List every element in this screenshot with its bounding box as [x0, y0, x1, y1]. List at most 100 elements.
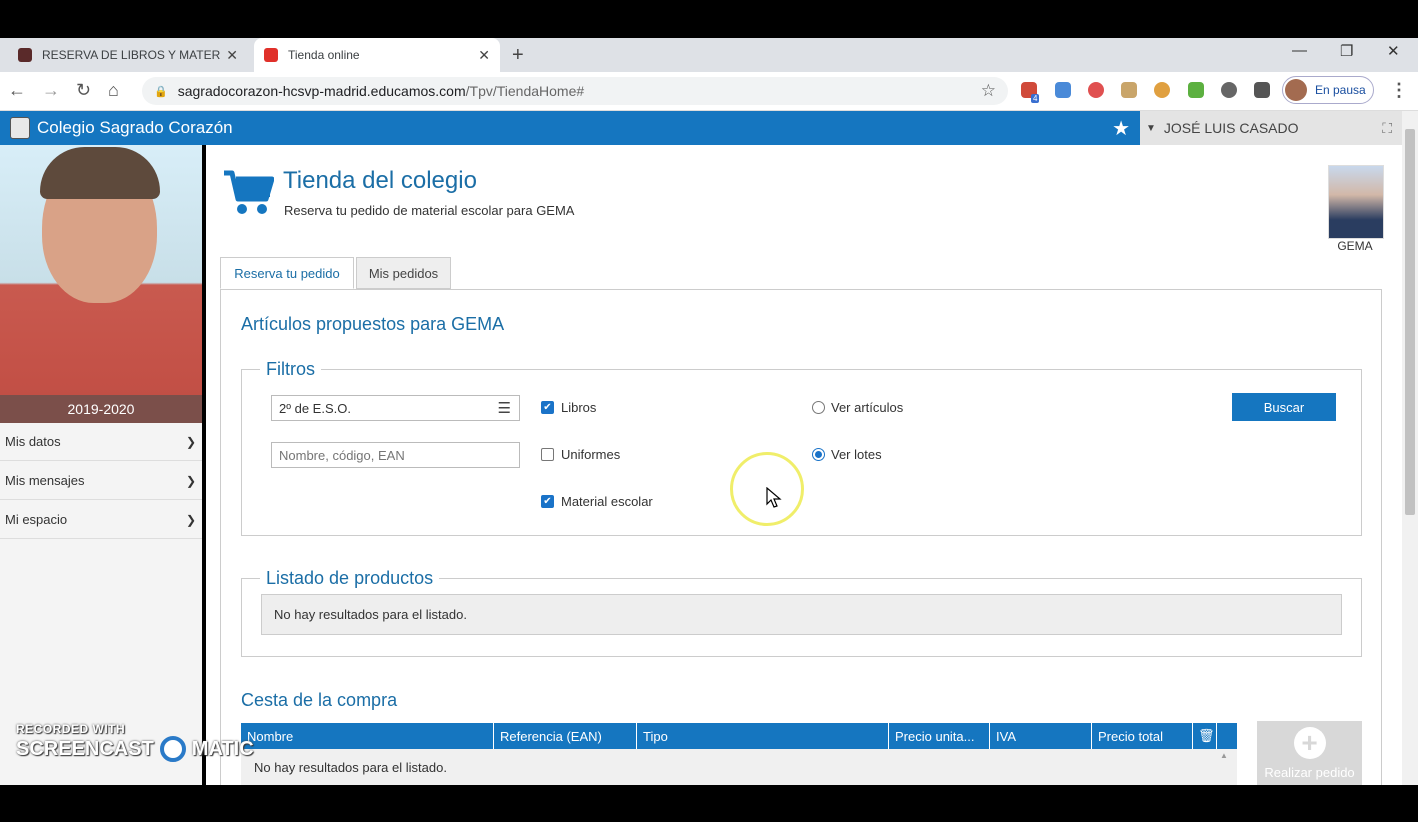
puzzle-icon[interactable]: [1254, 82, 1270, 98]
play-icon: [264, 48, 278, 62]
column-precio-total[interactable]: Precio total: [1092, 723, 1193, 749]
scrollbar-thumb[interactable]: [1405, 129, 1415, 515]
page-title: Tienda del colegio: [283, 167, 477, 194]
watermark-brand: SCREENCAST: [16, 737, 154, 760]
column-precio-unitario[interactable]: Precio unita...: [889, 723, 990, 749]
page-scrollbar[interactable]: [1402, 111, 1418, 785]
watermark-brand-suffix: MATIC: [191, 737, 254, 760]
course-select[interactable]: 2º de E.S.O. ☰: [271, 395, 520, 421]
profile-button[interactable]: En pausa: [1282, 76, 1374, 104]
search-button[interactable]: Buscar: [1232, 393, 1336, 421]
school-name[interactable]: Colegio Sagrado Corazón: [37, 118, 233, 138]
main-content: Tienda del colegio Reserva tu pedido de …: [206, 145, 1402, 785]
chevron-down-icon: ❯: [185, 473, 196, 488]
forward-icon[interactable]: →: [42, 80, 60, 101]
avatar: [1285, 79, 1307, 101]
checkbox-uniformes[interactable]: Uniformes: [541, 447, 620, 462]
browser-tab-reserva[interactable]: RESERVA DE LIBROS Y MATERIAL ✕: [8, 38, 248, 72]
sidebar-item-label: Mi espacio: [5, 512, 68, 527]
column-iva[interactable]: IVA: [990, 723, 1092, 749]
student-photo[interactable]: [1328, 165, 1384, 239]
cart-empty-message: No hay resultados para el listado.: [241, 749, 1237, 785]
scroll-up-icon[interactable]: ▲: [1220, 751, 1228, 760]
radio-ver-articulos[interactable]: Ver artículos: [812, 400, 903, 415]
sidebar-item-mis-mensajes[interactable]: Mis mensajes ❯: [0, 462, 202, 500]
minimize-icon[interactable]: —: [1292, 42, 1307, 59]
close-icon[interactable]: ✕: [226, 47, 238, 64]
back-icon[interactable]: ←: [8, 80, 26, 101]
close-window-icon[interactable]: ✕: [1387, 42, 1400, 60]
radio-selected-icon: [812, 448, 825, 461]
menu-kebab-icon[interactable]: ⋮: [1390, 80, 1408, 101]
sidebar-item-mi-espacio[interactable]: Mi espacio ❯: [0, 501, 202, 539]
extension-icon[interactable]: [1121, 82, 1137, 98]
extension-icon[interactable]: [1088, 82, 1104, 98]
checkbox-unchecked-icon: [541, 448, 554, 461]
cart-title: Cesta de la compra: [241, 690, 398, 710]
checkbox-checked-icon: ✔: [541, 495, 554, 508]
shield-icon: [18, 48, 32, 62]
checkbox-checked-icon: ✔: [541, 401, 554, 414]
url-host: sagradocorazon-hcsvp-madrid.educamos.com: [177, 83, 466, 99]
extension-badge: 4: [1031, 94, 1040, 103]
products-legend: Listado de productos: [260, 568, 440, 589]
extension-icon[interactable]: [1154, 82, 1170, 98]
url-input[interactable]: 🔒 sagradocorazon-hcsvp-madrid.educamos.c…: [142, 77, 1008, 105]
checkbox-label: Libros: [561, 400, 597, 415]
sidebar-item-label: Mis mensajes: [5, 473, 85, 488]
sidebar: 2019-2020 Mis datos ❯ Mis mensajes ❯ Mi …: [0, 145, 202, 785]
sidebar-item-mis-datos[interactable]: Mis datos ❯: [0, 423, 202, 461]
school-logo: [10, 117, 30, 139]
new-tab-button[interactable]: +: [512, 44, 524, 67]
course-value: 2º de E.S.O.: [279, 400, 351, 416]
trash-icon[interactable]: 🗑: [1193, 723, 1217, 749]
extension-icon[interactable]: [1221, 82, 1237, 98]
cart-table-header: Nombre Referencia (EAN) Tipo Precio unit…: [241, 723, 1237, 749]
checkbox-label: Material escolar: [561, 494, 653, 509]
extension-icon[interactable]: [1188, 82, 1204, 98]
sidebar-item-label: Mis datos: [5, 434, 61, 449]
close-icon[interactable]: ✕: [478, 47, 490, 64]
browser-tab-strip: RESERVA DE LIBROS Y MATERIAL ✕ Tienda on…: [0, 38, 1418, 72]
screencast-watermark: RECORDED WITH SCREENCAST MATIC: [16, 722, 254, 762]
photo-hair: [40, 147, 160, 199]
fullscreen-icon[interactable]: ⛶: [1382, 120, 1392, 137]
home-icon[interactable]: ⌂: [108, 80, 119, 101]
app-header: Colegio Sagrado Corazón ★: [0, 111, 1140, 145]
lock-icon: 🔒: [154, 85, 168, 98]
products-empty-message: No hay resultados para el listado.: [261, 594, 1342, 635]
maximize-icon[interactable]: ❐: [1340, 42, 1353, 60]
mouse-cursor-icon: [766, 487, 782, 508]
column-nombre[interactable]: Nombre: [241, 723, 494, 749]
favorite-star-icon[interactable]: ★: [1112, 116, 1130, 141]
extension-icon[interactable]: [1055, 82, 1071, 98]
user-name: JOSÉ LUIS CASADO: [1163, 120, 1299, 136]
place-order-button[interactable]: + Realizar pedido: [1257, 721, 1362, 785]
school-year: 2019-2020: [0, 395, 202, 423]
search-input[interactable]: [271, 442, 520, 468]
browser-tab-tienda[interactable]: Tienda online ✕: [254, 38, 500, 72]
column-tipo[interactable]: Tipo: [637, 723, 889, 749]
chevron-down-icon: ❯: [185, 434, 196, 449]
reload-icon[interactable]: ↻: [76, 80, 91, 101]
tab-mis-pedidos[interactable]: Mis pedidos: [356, 257, 451, 289]
tab-title: Tienda online: [288, 48, 360, 62]
checkbox-libros[interactable]: ✔ Libros: [541, 400, 596, 415]
radio-label: Ver artículos: [831, 400, 904, 415]
checkbox-material-escolar[interactable]: ✔ Material escolar: [541, 494, 653, 509]
bookmark-star-icon[interactable]: ☆: [981, 81, 996, 101]
watermark-line1: RECORDED WITH: [16, 722, 126, 736]
checkbox-label: Uniformes: [561, 447, 621, 462]
url-path: /Tpv/TiendaHome#: [465, 83, 585, 99]
column-referencia[interactable]: Referencia (EAN): [494, 723, 637, 749]
radio-ver-lotes[interactable]: Ver lotes: [812, 447, 882, 462]
tab-reserva-tu-pedido[interactable]: Reserva tu pedido: [220, 257, 354, 289]
list-icon: ☰: [497, 400, 511, 417]
profile-label: En pausa: [1315, 83, 1366, 97]
user-menu[interactable]: ▼ JOSÉ LUIS CASADO ⛶: [1140, 111, 1402, 145]
place-order-label: Realizar pedido: [1264, 764, 1355, 780]
section-title: Artículos propuestos para GEMA: [241, 314, 505, 334]
user-photo: [0, 145, 202, 395]
tab-title: RESERVA DE LIBROS Y MATERIAL: [42, 48, 221, 62]
radio-unselected-icon: [812, 401, 825, 414]
